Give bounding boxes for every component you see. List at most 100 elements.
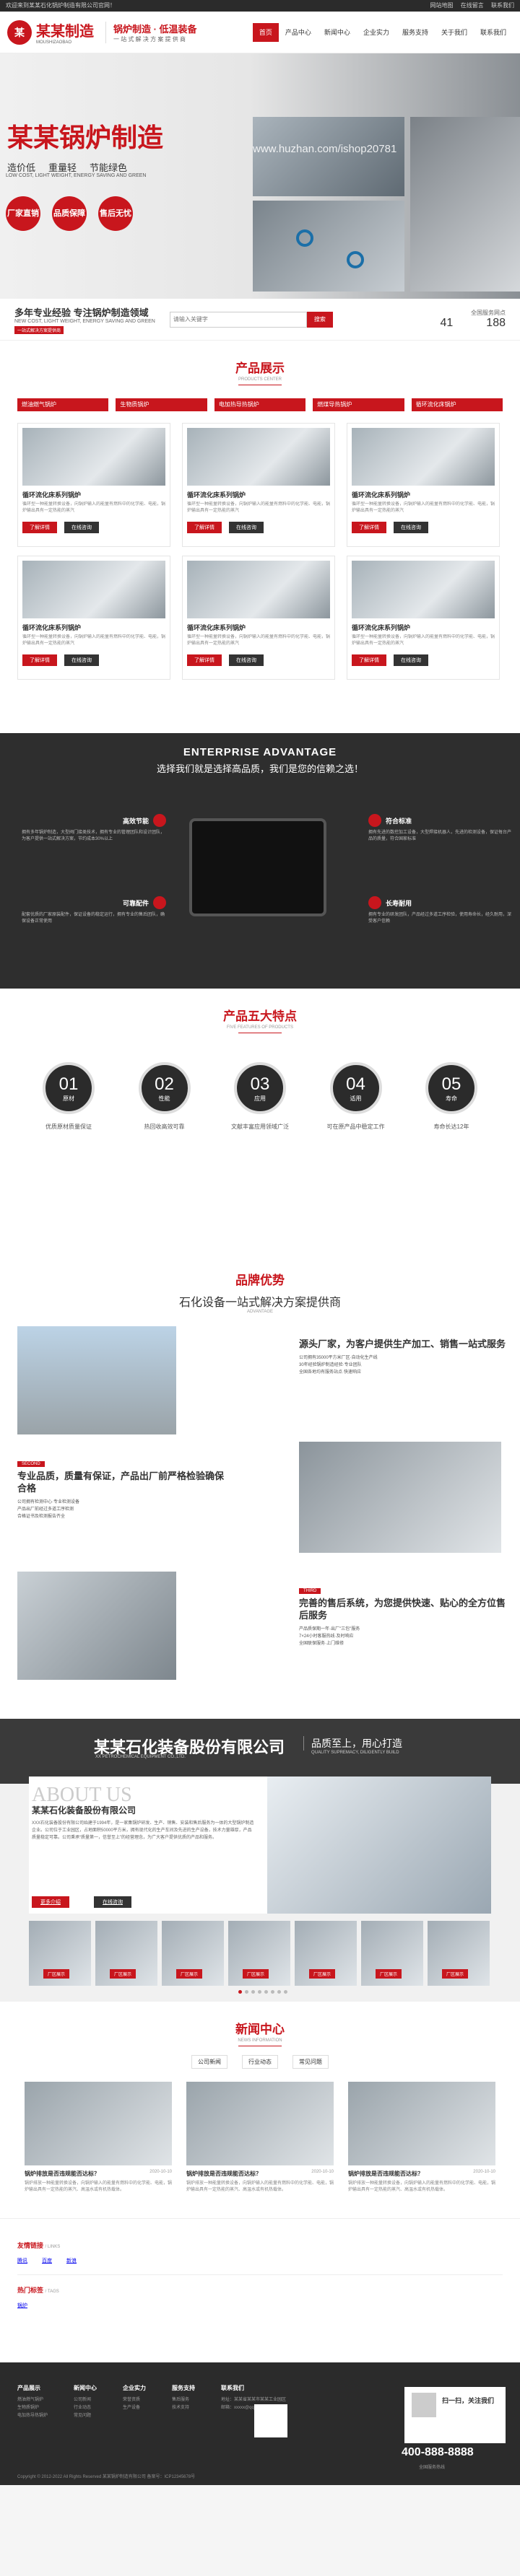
footer-col-title: 产品展示 (17, 2385, 40, 2391)
nav-service[interactable]: 服务支持 (396, 23, 435, 42)
news-item[interactable]: 锅炉排放是否违规能否达标？ 2020-10-10 锅炉排放一种能量转换设备，向锅炉输… (25, 2082, 172, 2194)
category-tab[interactable]: 生物质锅炉 (116, 398, 207, 411)
product-name[interactable]: 循环流化床系列锅炉 (352, 623, 495, 632)
friend-link[interactable]: 百度 (42, 2257, 52, 2264)
nav-strength[interactable]: 企业实力 (357, 23, 396, 42)
about-consult-button[interactable]: 在线咨询 (94, 1896, 131, 1908)
factory-thumbnail[interactable]: 厂区展示 (95, 1921, 157, 1986)
product-name[interactable]: 循环流化床系列锅炉 (187, 490, 330, 499)
product-card[interactable]: 循环流化床系列锅炉 循环型一种能量转换设备，向锅炉输入的能量有燃料中的化学能、电能… (347, 556, 500, 680)
friend-link[interactable]: 新浪 (66, 2257, 77, 2264)
consult-button[interactable]: 在线咨询 (394, 654, 428, 666)
qr-caption: 扫一扫，关注我们 (442, 2397, 495, 2404)
footer-link[interactable]: 售后服务 (172, 2396, 195, 2404)
news-title[interactable]: 锅炉排放是否违规能否达标？ (25, 2170, 100, 2178)
footer-link[interactable]: 生产设备 (123, 2404, 146, 2412)
category-tab[interactable]: 燃油燃气锅炉 (17, 398, 109, 411)
feature-label: 应用 (254, 1095, 266, 1102)
logo-icon[interactable]: 某 (7, 19, 32, 45)
footer-link[interactable]: 行业动态 (74, 2404, 97, 2412)
footer-link[interactable]: 燃油燃气锅炉 (17, 2396, 48, 2404)
news-image[interactable] (348, 2082, 495, 2165)
footer-link[interactable]: 生物质锅炉 (17, 2404, 48, 2412)
factory-thumbnail[interactable]: 厂区展示 (428, 1921, 490, 1986)
factory-thumbnail[interactable]: 厂区展示 (29, 1921, 91, 1986)
badge-direct-sale: 厂家直销 (6, 196, 40, 231)
factory-thumbnail[interactable]: 厂区展示 (162, 1921, 224, 1986)
footer-link[interactable]: 技术支持 (172, 2404, 195, 2412)
news-item[interactable]: 锅炉排放是否违规能否达标？ 2020-10-10 锅炉排放一种能量转换设备，向锅炉输… (348, 2082, 495, 2194)
category-tab[interactable]: 循环流化床锅炉 (411, 398, 503, 411)
banner-feature: 重量轻 (48, 162, 77, 173)
search-input[interactable] (169, 311, 307, 328)
tab-faq[interactable]: 常见问题 (292, 2055, 329, 2069)
news-title[interactable]: 锅炉排放是否违规能否达标？ (186, 2170, 261, 2178)
category-tab[interactable]: 电加热导热锅炉 (214, 398, 306, 411)
detail-button[interactable]: 了解详情 (352, 522, 386, 533)
brand-block-tag: SECOND (17, 1461, 45, 1467)
footer-link[interactable]: 公司新闻 (74, 2396, 97, 2404)
hot-tag[interactable]: 锅炉 (17, 2302, 27, 2309)
factory-thumbnail[interactable]: 厂区展示 (228, 1921, 290, 1986)
banner-title: 某某锅炉制造 (7, 123, 164, 152)
factory-thumbnail[interactable]: 厂区展示 (295, 1921, 357, 1986)
search-button[interactable]: 搜索 (306, 311, 333, 328)
product-card[interactable]: 循环流化床系列锅炉 循环型一种能量转换设备，向锅炉输入的能量有燃料中的化学能、电能… (17, 556, 170, 680)
footer-link[interactable]: 荣誉资质 (123, 2396, 146, 2404)
news-image[interactable] (186, 2082, 334, 2165)
product-image[interactable] (22, 561, 165, 618)
product-name[interactable]: 循环流化床系列锅炉 (22, 623, 165, 632)
advantage-item-title: 符合标准 (386, 817, 412, 825)
footer-link[interactable]: 常见问题 (74, 2412, 97, 2420)
product-name[interactable]: 循环流化床系列锅炉 (187, 623, 330, 632)
nav-news[interactable]: 新闻中心 (318, 23, 357, 42)
tab-company-news[interactable]: 公司新闻 (191, 2055, 228, 2069)
detail-button[interactable]: 了解详情 (22, 654, 57, 666)
friend-link[interactable]: 腾讯 (17, 2257, 27, 2264)
product-card[interactable]: 循环流化床系列锅炉 循环型一种能量转换设备，向锅炉输入的能量有燃料中的化学能、电能… (182, 423, 335, 547)
detail-button[interactable]: 了解详情 (22, 522, 57, 533)
factory-thumbnail[interactable]: 厂区展示 (361, 1921, 423, 1986)
detail-button[interactable]: 了解详情 (352, 654, 386, 666)
more-about-button[interactable]: 更多介绍 (32, 1896, 69, 1908)
footer-link[interactable]: 电加热导热锅炉 (17, 2412, 48, 2420)
detail-button[interactable]: 了解详情 (187, 522, 222, 533)
news-image[interactable] (25, 2082, 172, 2165)
product-image[interactable] (187, 428, 330, 486)
nav-home[interactable]: 首页 (252, 22, 279, 42)
consult-button[interactable]: 在线咨询 (229, 654, 264, 666)
consult-button[interactable]: 在线咨询 (229, 522, 264, 533)
nav-products[interactable]: 产品中心 (279, 23, 318, 42)
product-image[interactable] (352, 561, 495, 618)
hero-banner[interactable]: 某某锅炉制造 造价低 重量轻 节能绿色 LOW COST, LIGHT WEIG… (0, 53, 520, 299)
product-card[interactable]: 循环流化床系列锅炉 循环型一种能量转换设备，向锅炉输入的能量有燃料中的化学能、电能… (347, 423, 500, 547)
nav-about[interactable]: 关于我们 (435, 23, 474, 42)
standard-icon (368, 814, 381, 827)
carousel-dots[interactable] (238, 1990, 287, 1994)
detail-button[interactable]: 了解详情 (187, 654, 222, 666)
nav-contact[interactable]: 联系我们 (474, 23, 513, 42)
news-title[interactable]: 锅炉排放是否违规能否达标？ (348, 2170, 423, 2178)
consult-button[interactable]: 在线咨询 (64, 522, 99, 533)
topbar-link-sitemap[interactable]: 网站地图 (430, 2, 454, 9)
product-card[interactable]: 循环流化床系列锅炉 循环型一种能量转换设备，向锅炉输入的能量有燃料中的化学能、电能… (17, 423, 170, 547)
product-name[interactable]: 循环流化床系列锅炉 (352, 490, 495, 499)
five-features-section: 产品五大特点 FIVE FEATURES OF PRODUCTS 01 原材 优质原… (0, 989, 520, 1257)
product-card[interactable]: 循环流化床系列锅炉 循环型一种能量转换设备，向锅炉输入的能量有燃料中的化学能、电能… (182, 556, 335, 680)
topbar-link-contact[interactable]: 联系我们 (491, 2, 514, 9)
news-item[interactable]: 锅炉排放是否违规能否达标？ 2020-10-10 锅炉排放一种能量转换设备，向锅炉输… (186, 2082, 334, 2194)
logo[interactable]: 某某制造 MOUSHIZAOBAO (36, 19, 94, 45)
consult-button[interactable]: 在线咨询 (394, 522, 428, 533)
tab-industry-news[interactable]: 行业动态 (242, 2055, 278, 2069)
advantage-item: 长寿耐用 拥有专业的研发团队，产品经过多道工序检验，使用寿命长，经久耐用，深受客… (368, 896, 513, 925)
product-image[interactable] (352, 428, 495, 486)
topbar-link-message[interactable]: 在线留言 (461, 2, 484, 9)
product-image[interactable] (187, 561, 330, 618)
product-name[interactable]: 循环流化床系列锅炉 (22, 490, 165, 499)
product-image[interactable] (22, 428, 165, 486)
consult-button[interactable]: 在线咨询 (64, 654, 99, 666)
category-tab[interactable]: 燃煤导热锅炉 (313, 398, 404, 411)
brand-block-points: 公司拥有检测中心·专业检测设备 产品出厂前经过多道工序检测 合格证书及检测报告齐… (17, 1500, 79, 1519)
site-footer: 产品展示 燃油燃气锅炉 生物质锅炉 电加热导热锅炉 新闻中心 公司新闻 行业动态 常见问题 … (0, 2362, 520, 2485)
hotline-number[interactable]: 400-888-8888 (402, 2446, 474, 2459)
